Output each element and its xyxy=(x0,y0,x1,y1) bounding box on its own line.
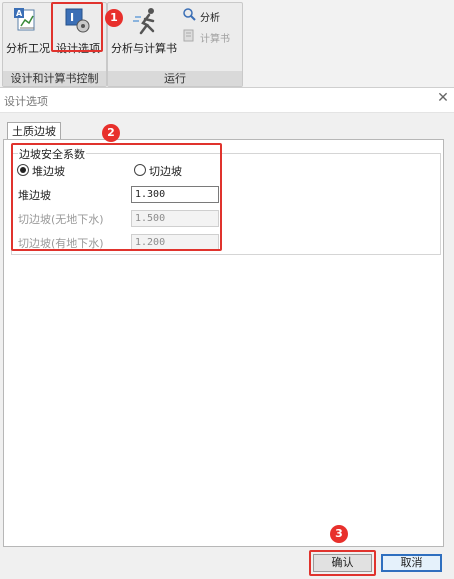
svg-text:A: A xyxy=(16,9,23,18)
annotation-badge-2: 2 xyxy=(102,124,120,142)
analyze-and-calc-label: 分析与计算书 xyxy=(111,42,177,55)
analyze-label: 分析 xyxy=(200,13,220,24)
analysis-case-label: 分析工况 xyxy=(6,42,50,55)
annotation-badge-1: 1 xyxy=(105,9,123,27)
tab-soil-slope[interactable]: 土质边坡 xyxy=(7,122,61,140)
close-icon[interactable]: ✕ xyxy=(436,90,450,106)
highlight-box-design-options xyxy=(51,2,103,52)
ribbon-group-run: 分析与计算书 分析 计算书 运行 xyxy=(107,2,243,87)
annotation-badge-3: 3 xyxy=(330,525,348,543)
calc-book-label: 计算书 xyxy=(200,34,230,45)
cancel-button[interactable]: 取消 xyxy=(381,554,442,572)
ribbon-group-caption: 设计和计算书控制 xyxy=(3,71,106,86)
runner-icon xyxy=(133,8,155,35)
ribbon-group-caption: 运行 xyxy=(108,71,242,86)
analyze-icon xyxy=(183,8,196,21)
dialog-title: 设计选项 xyxy=(4,95,48,108)
dialog-titlebar: 设计选项 ✕ xyxy=(0,88,454,113)
highlight-box-safety-factors xyxy=(11,143,222,251)
calc-book-icon xyxy=(183,29,194,42)
analysis-case-icon: A xyxy=(14,8,35,31)
highlight-box-confirm xyxy=(309,550,376,576)
analysis-case-button[interactable]: A 分析工况 xyxy=(5,5,51,55)
